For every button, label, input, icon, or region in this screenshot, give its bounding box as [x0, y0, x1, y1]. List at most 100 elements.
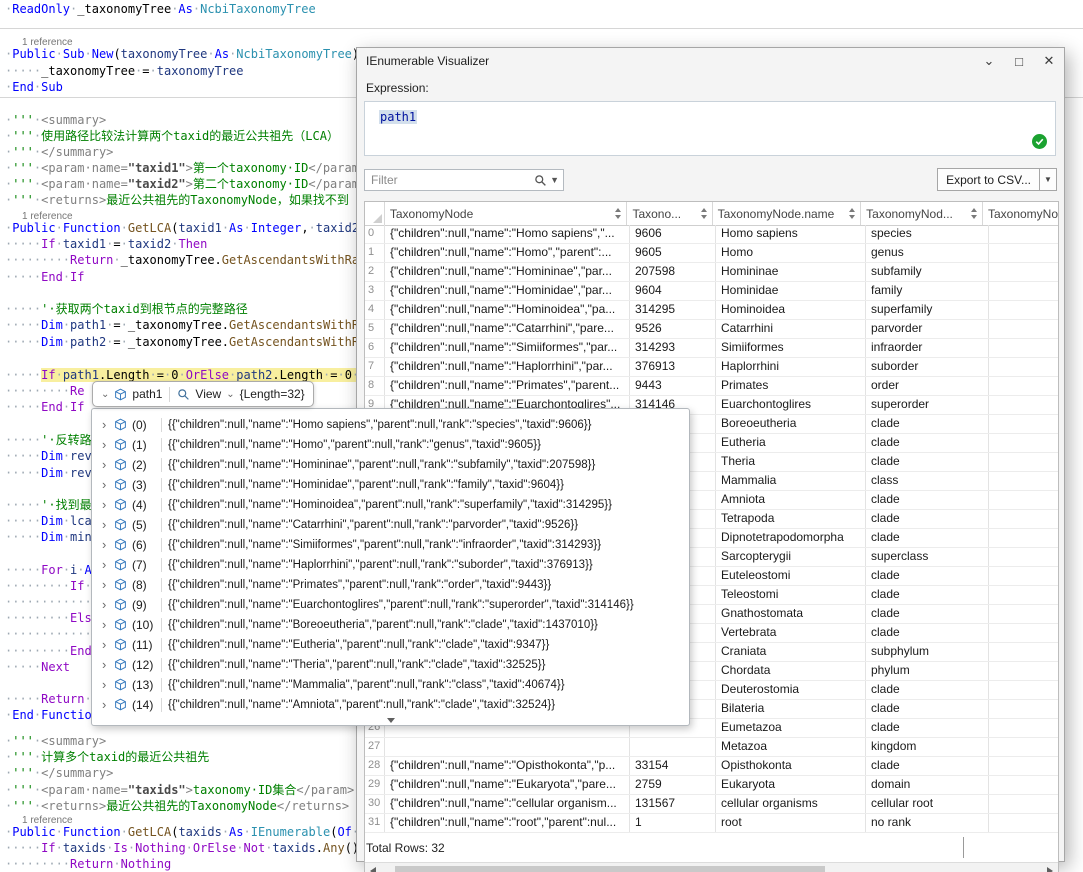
- table-cell: root: [716, 814, 866, 832]
- column-header[interactable]: Taxono...: [627, 202, 712, 225]
- column-header[interactable]: TaxonomyNo: [983, 202, 1058, 225]
- code-line: ·ReadOnly·_taxonomyTree·As·NcbiTaxonomyT…: [5, 2, 316, 17]
- horizontal-scrollbar[interactable]: [365, 862, 1058, 872]
- expand-chevron-icon[interactable]: ›: [102, 557, 106, 572]
- expand-chevron-icon[interactable]: ›: [102, 637, 106, 652]
- view-magnifier-icon[interactable]: [177, 388, 190, 401]
- expand-chevron-icon[interactable]: ›: [102, 657, 106, 672]
- popup-item[interactable]: ›(9){{"children":null,"name":"Euarchonto…: [92, 595, 689, 615]
- expand-chevron-icon[interactable]: ⌄: [101, 389, 109, 400]
- table-cell: [989, 757, 1058, 775]
- search-dropdown-icon[interactable]: ▼: [550, 175, 559, 185]
- status-splitter[interactable]: [963, 837, 964, 858]
- table-row[interactable]: 30{"children":null,"name":"cellular orga…: [365, 795, 1058, 814]
- popup-item[interactable]: ›(13){{"children":null,"name":"Mammalia"…: [92, 675, 689, 695]
- scroll-more-down-icon[interactable]: [387, 718, 395, 723]
- popup-item[interactable]: ›(5){{"children":null,"name":"Catarrhini…: [92, 515, 689, 535]
- column-header[interactable]: TaxonomyNod...: [861, 202, 983, 225]
- table-cell: 27: [365, 738, 385, 756]
- expand-chevron-icon[interactable]: ›: [102, 577, 106, 592]
- column-header[interactable]: TaxonomyNode.name: [713, 202, 862, 225]
- table-row[interactable]: 1{"children":null,"name":"Homo","parent"…: [365, 244, 1058, 263]
- table-row[interactable]: 0{"children":null,"name":"Homo sapiens",…: [365, 225, 1058, 244]
- popup-item[interactable]: ›(12){{"children":null,"name":"Theria","…: [92, 655, 689, 675]
- popup-item[interactable]: ›(7){{"children":null,"name":"Haplorrhin…: [92, 555, 689, 575]
- sort-icon[interactable]: [849, 208, 856, 219]
- table-cell: [989, 681, 1058, 699]
- table-row[interactable]: 28{"children":null,"name":"Opisthokonta"…: [365, 757, 1058, 776]
- expand-chevron-icon[interactable]: ›: [102, 677, 106, 692]
- item-index: (4): [132, 498, 147, 512]
- expand-chevron-icon[interactable]: ›: [102, 617, 106, 632]
- search-icon[interactable]: [534, 174, 547, 187]
- table-row[interactable]: 8{"children":null,"name":"Primates","par…: [365, 377, 1058, 396]
- popup-item[interactable]: ›(0){{"children":null,"name":"Homo sapie…: [92, 415, 689, 435]
- table-cell: class: [866, 472, 989, 490]
- select-all-corner[interactable]: [365, 202, 385, 225]
- view-button[interactable]: View: [195, 387, 221, 401]
- sort-icon[interactable]: [701, 208, 708, 219]
- table-row[interactable]: 4{"children":null,"name":"Hominoidea","p…: [365, 301, 1058, 320]
- table-cell: order: [866, 377, 989, 395]
- filter-input[interactable]: Filter ▼: [364, 169, 564, 191]
- export-dropdown-icon[interactable]: ▼: [1040, 168, 1057, 191]
- export-to-csv-button[interactable]: Export to CSV...: [937, 168, 1040, 191]
- dialog-titlebar[interactable]: IEnumerable Visualizer ⌄ □ ✕: [357, 48, 1064, 74]
- maximize-icon[interactable]: □: [1004, 48, 1034, 74]
- scrollbar-thumb[interactable]: [395, 866, 825, 872]
- code-line: ·····Next: [5, 660, 70, 675]
- table-cell: subphylum: [866, 643, 989, 661]
- table-row[interactable]: 6{"children":null,"name":"Simiiformes","…: [365, 339, 1058, 358]
- expand-chevron-icon[interactable]: ›: [102, 417, 106, 432]
- table-row[interactable]: 3{"children":null,"name":"Hominidae","pa…: [365, 282, 1058, 301]
- table-cell: {"children":null,"name":"Primates","pare…: [385, 377, 630, 395]
- column-header[interactable]: TaxonomyNode: [385, 202, 628, 225]
- table-cell: 9526: [630, 320, 716, 338]
- popup-item[interactable]: ›(4){{"children":null,"name":"Hominoidea…: [92, 495, 689, 515]
- popup-item[interactable]: ›(2){{"children":null,"name":"Homininae"…: [92, 455, 689, 475]
- close-icon[interactable]: ✕: [1034, 48, 1064, 74]
- popup-item[interactable]: ›(6){{"children":null,"name":"Simiiforme…: [92, 535, 689, 555]
- expand-chevron-icon[interactable]: ›: [102, 537, 106, 552]
- table-cell: 0: [365, 225, 385, 243]
- expand-chevron-icon[interactable]: ›: [102, 697, 106, 712]
- datatip-pill[interactable]: ⌄ path1 View ⌄ {Length=32}: [92, 381, 314, 407]
- table-row[interactable]: 5{"children":null,"name":"Catarrhini","p…: [365, 320, 1058, 339]
- table-row[interactable]: 7{"children":null,"name":"Haplorrhini","…: [365, 358, 1058, 377]
- expand-chevron-icon[interactable]: ›: [102, 517, 106, 532]
- scroll-left-icon[interactable]: [370, 867, 376, 872]
- expand-chevron-icon[interactable]: ›: [102, 437, 106, 452]
- expression-input[interactable]: path1: [364, 101, 1056, 156]
- chevron-down-icon[interactable]: ⌄: [974, 48, 1004, 74]
- popup-item[interactable]: ›(1){{"children":null,"name":"Homo","par…: [92, 435, 689, 455]
- popup-item[interactable]: ›(8){{"children":null,"name":"Primates",…: [92, 575, 689, 595]
- table-cell: 4: [365, 301, 385, 319]
- item-value: {{"children":null,"name":"Hominidae","pa…: [168, 479, 564, 491]
- item-index: (2): [132, 458, 147, 472]
- popup-item[interactable]: ›(14){{"children":null,"name":"Amniota",…: [92, 695, 689, 715]
- object-cube-icon: [114, 458, 127, 471]
- table-row[interactable]: 31{"children":null,"name":"root","parent…: [365, 814, 1058, 833]
- item-separator: [161, 538, 162, 552]
- sort-icon[interactable]: [971, 208, 978, 219]
- table-row[interactable]: 27Metazoakingdom: [365, 738, 1058, 757]
- table-row[interactable]: 2{"children":null,"name":"Homininae","pa…: [365, 263, 1058, 282]
- scroll-right-icon[interactable]: [1047, 867, 1053, 872]
- table-row[interactable]: 29{"children":null,"name":"Eukaryota","p…: [365, 776, 1058, 795]
- expand-chevron-icon[interactable]: ›: [102, 597, 106, 612]
- expand-chevron-icon[interactable]: ›: [102, 497, 106, 512]
- table-cell: cellular organisms: [716, 795, 866, 813]
- table-cell: Amniota: [716, 491, 866, 509]
- code-line: ·Public·Sub·New(taxonomyTree·As·NcbiTaxo…: [5, 47, 359, 62]
- popup-item[interactable]: ›(10){{"children":null,"name":"Boreoeuth…: [92, 615, 689, 635]
- expand-chevron-icon[interactable]: ›: [102, 457, 106, 472]
- code-line: ·····'·找到最: [5, 498, 92, 513]
- table-cell: clade: [866, 700, 989, 718]
- sort-icon[interactable]: [615, 208, 622, 219]
- expand-chevron-icon[interactable]: ›: [102, 477, 106, 492]
- code-line: ·············: [5, 595, 99, 610]
- view-chevron-icon[interactable]: ⌄: [226, 389, 234, 400]
- popup-item[interactable]: ›(3){{"children":null,"name":"Hominidae"…: [92, 475, 689, 495]
- datatip-expansion-popup[interactable]: ›(0){{"children":null,"name":"Homo sapie…: [91, 408, 690, 726]
- popup-item[interactable]: ›(11){{"children":null,"name":"Eutheria"…: [92, 635, 689, 655]
